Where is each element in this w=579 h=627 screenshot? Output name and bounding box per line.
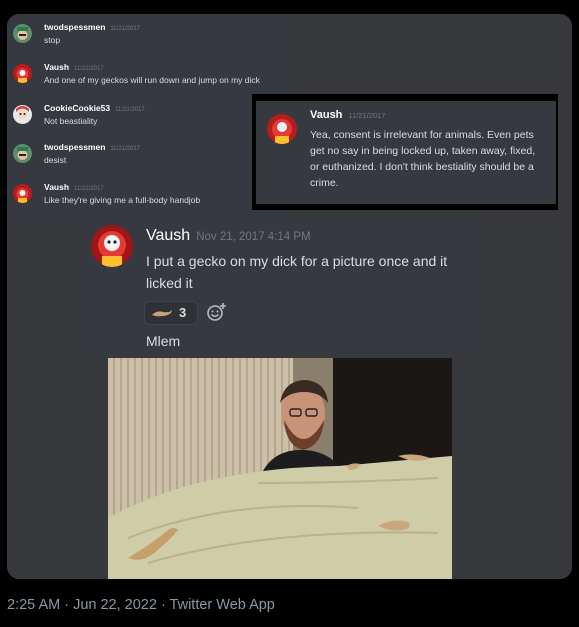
message-author: Vaush: [44, 62, 70, 72]
message-timestamp: Nov 21, 2017 4:14 PM: [196, 231, 311, 243]
message-text: stop: [44, 35, 61, 45]
message-author: Vaush: [44, 182, 70, 192]
avatar: [267, 114, 297, 144]
avatar: [13, 64, 32, 83]
add-reaction-icon[interactable]: [206, 301, 228, 323]
message-text: Not beastiality: [44, 116, 98, 126]
tweet-media-card[interactable]: twodspessmen 11/21/2017 stop Vaush 11/21/2…: [7, 14, 572, 579]
message-text: And one of my geckos will run down and j…: [44, 75, 260, 85]
message-author: Vaush: [146, 227, 191, 244]
avatar: [13, 144, 32, 163]
avatar: [13, 105, 32, 124]
message-author: Vaush: [310, 109, 343, 121]
tweet-footer: 2:25 AM · Jun 22, 2022 · Twitter Web App: [7, 597, 275, 613]
chat-message: twodspessmen 11/21/2017 desist: [7, 141, 291, 177]
chat-message: CookieCookie53 11/21/2017 Not beastiality: [7, 102, 291, 138]
message-text: Yea, consent is irrelevant for animals. …: [310, 129, 536, 189]
message-text: Like they're giving me a full-body handj…: [44, 195, 201, 205]
chat-message: Vaush 11/21/2017 And one of my geckos wil…: [7, 61, 291, 97]
message-author: CookieCookie53: [44, 103, 111, 113]
photo[interactable]: [108, 358, 452, 579]
message-timestamp: 11/21/2017: [74, 66, 104, 72]
avatar: [13, 184, 32, 203]
message-timestamp: 11/21/2017: [348, 111, 386, 120]
quoted-message-screenshot: Vaush 11/21/2017 Yea, consent is irreleva…: [252, 94, 558, 210]
reaction-count: 3: [179, 305, 187, 320]
avatar: [13, 24, 32, 43]
avatar: [91, 225, 133, 267]
gecko-emoji-icon: [151, 306, 173, 320]
message-timestamp: 11/21/2017: [110, 146, 140, 152]
reaction-button[interactable]: 3: [144, 301, 198, 325]
main-discord-message: Vaush Nov 21, 2017 4:14 PM I put a gecko …: [83, 217, 481, 352]
message-timestamp: 11/21/2017: [110, 26, 140, 32]
message-author: twodspessmen: [44, 22, 106, 32]
message-text: I put a gecko on my dick for a picture o…: [146, 253, 448, 291]
discord-chat-log: twodspessmen 11/21/2017 stop Vaush 11/21/2…: [7, 14, 291, 215]
message-author: twodspessmen: [44, 142, 106, 152]
message-timestamp: 11/21/2017: [74, 186, 104, 192]
reply-text: Mlem: [146, 333, 181, 349]
chat-message: twodspessmen 11/21/2017 stop: [7, 21, 291, 57]
message-timestamp: 11/21/2017: [115, 107, 145, 113]
message-text: desist: [44, 155, 67, 165]
chat-message: Vaush 11/21/2017 Like they're giving me a…: [7, 181, 291, 217]
